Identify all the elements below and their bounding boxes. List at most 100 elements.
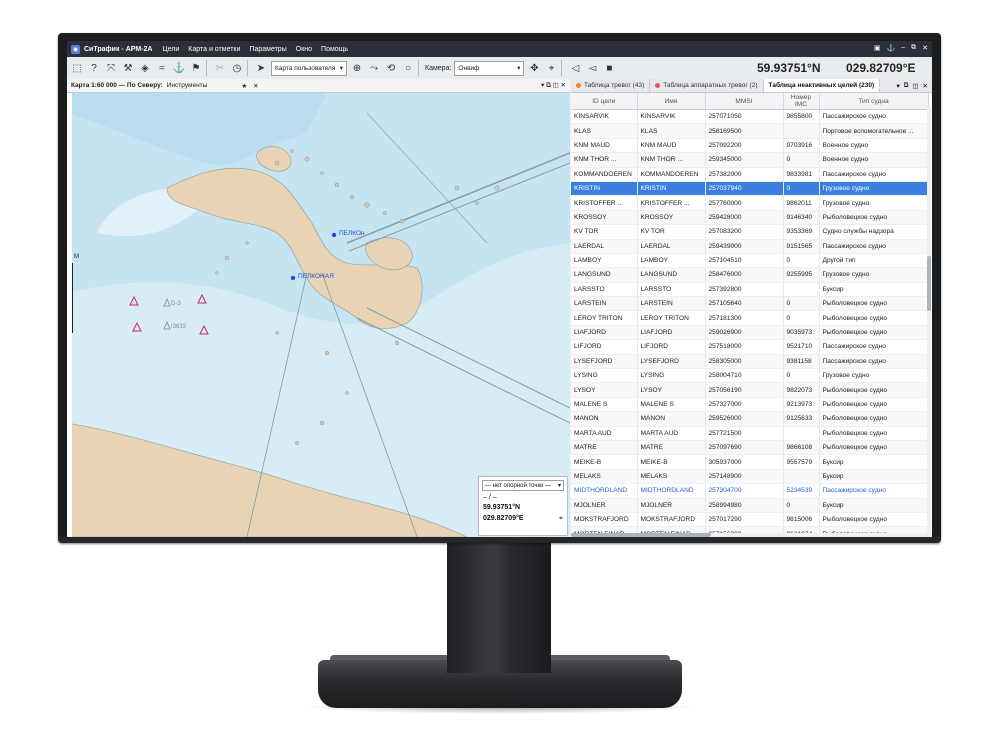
diamond-icon[interactable]: ◈ xyxy=(138,61,152,75)
table-row[interactable]: LIAFJORD LIAFJORD 259026900 9035973 Рыболове… xyxy=(571,325,929,341)
minimize-icon[interactable]: – xyxy=(901,44,905,52)
circle-tool-icon[interactable]: ○ xyxy=(401,61,415,75)
scroll-thumb[interactable] xyxy=(927,256,931,311)
table-row[interactable]: LANGSUND LANGSUND 258476000 9255995 Грузовое… xyxy=(571,267,929,283)
table-row[interactable]: LYSOY LYSOY 257056190 9822073 Рыболовецкое с… xyxy=(571,382,929,398)
column-name[interactable]: Имя xyxy=(637,93,706,110)
cell-imo: 9125633 xyxy=(783,411,820,427)
table-row[interactable]: LAMBOY LAMBOY 257104510 0 Другой тип xyxy=(571,253,929,269)
cell-mmsi: 257071050 xyxy=(705,109,784,125)
scissors-icon[interactable]: ✂ xyxy=(213,61,227,75)
float-icon[interactable]: ⧉ xyxy=(904,82,909,90)
column-imo[interactable]: Номер IMC xyxy=(783,93,820,110)
hammer-icon[interactable]: ⚒ xyxy=(121,61,135,75)
dropdown-icon[interactable]: ▾ xyxy=(896,82,899,90)
pane-menu-icon[interactable]: ▾ ⧉ ◫ ✕ xyxy=(541,81,566,90)
close-tab-icon[interactable]: ✕ xyxy=(253,82,258,90)
table-row[interactable]: LARSSTO LARSSTO 257392800 Буксир xyxy=(571,282,929,298)
panel-icon[interactable]: ▣ xyxy=(874,44,881,52)
vertical-scrollbar[interactable] xyxy=(927,106,931,537)
table-row[interactable]: MELAKS MELAKS 257148900 Буксир xyxy=(571,469,929,485)
menu-map-marks[interactable]: Карта и отметки xyxy=(188,46,240,53)
menu-parameters[interactable]: Параметры xyxy=(249,46,286,53)
reference-point-select[interactable]: — нет опорной точки — ▾ xyxy=(482,480,564,491)
cell-imo: 0 xyxy=(783,498,820,513)
wind-icon[interactable]: ⟲ xyxy=(384,61,398,75)
cell-imo: 0 xyxy=(783,368,820,384)
tab-alarms[interactable]: Таблица тревог (43) xyxy=(571,79,651,92)
vessel-marker[interactable] xyxy=(290,275,296,281)
column-mmsi[interactable]: MMSI xyxy=(705,93,784,110)
close-icon[interactable]: ✕ xyxy=(923,82,928,90)
table-row[interactable]: LAERDAL LAERDAL 259439000 9151565 Пассажирск… xyxy=(571,239,929,254)
tab-hardware-alarms[interactable]: Таблица аппаратных тревог (2) xyxy=(650,79,764,92)
speaker-icon[interactable]: ◁ xyxy=(568,61,582,75)
select-area-icon[interactable]: ⬚ xyxy=(70,61,84,75)
send-icon[interactable]: ◅ xyxy=(585,61,599,75)
camera-move-icon[interactable]: ✥ xyxy=(527,61,541,75)
table-row[interactable]: MATRE MATRE 257097690 9866108 Рыболовецкое с… xyxy=(571,440,929,456)
map-pane: Карта 1:60 000 — По Северу: Инструменты … xyxy=(67,79,570,537)
table-row[interactable]: MARTA AUD MARTA AUD 257721500 Рыболовецкое … xyxy=(571,426,929,441)
table-row[interactable]: KNM THOR ... KNM THOR ... 259345000 0 Военно… xyxy=(571,152,929,168)
camera-track-icon[interactable]: ⌖ xyxy=(544,61,558,75)
horizontal-scrollbar[interactable] xyxy=(571,533,932,537)
table-row[interactable]: MOKSTRAFJORD MOKSTRAFJORD 257017290 9815006… xyxy=(571,512,929,528)
nautical-chart[interactable]: ПЕЛКОн ПЕЛКОНАЯ D-3 I3633 1 М xyxy=(67,93,570,537)
table-row[interactable]: LIFJORD LIFJORD 257518000 9521710 Пассажирск… xyxy=(571,339,929,355)
tab-inactive-targets[interactable]: Таблица неактивных целей (230) xyxy=(763,79,881,92)
cell-name: KLAS xyxy=(637,123,706,139)
column-vessel-type[interactable]: Тип судна xyxy=(819,93,929,110)
cell-target-id: KNM THOR ... xyxy=(571,152,638,168)
table-row[interactable]: MANON MANON 259526000 9125633 Рыболовецкое с… xyxy=(571,411,929,427)
column-target-id[interactable]: ID цели xyxy=(571,93,638,110)
close-icon[interactable]: ✕ xyxy=(922,44,928,52)
vessel-marker[interactable] xyxy=(331,232,337,238)
locate-icon[interactable]: ⌖ xyxy=(559,515,563,523)
table-row[interactable]: LYSEFJORD LYSEFJORD 258305000 9381158 Пассаж… xyxy=(571,354,929,370)
table-row[interactable]: MEIKE-B MEIKE-B 305937000 9557579 Буксир xyxy=(571,454,929,470)
cell-imo: 9855800 xyxy=(783,109,820,125)
table-row[interactable]: KRISTIN KRISTIN 257037940 0 Грузовое судно xyxy=(571,181,929,197)
targets-tabbar: Таблица тревог (43) Таблица аппаратных т… xyxy=(571,79,932,93)
cell-vessel-type: Грузовое судно xyxy=(819,368,929,384)
clock-icon[interactable]: ◷ xyxy=(230,61,244,75)
table-row[interactable]: KRISTOFFER ... KRISTOFFER ... 257760000 986… xyxy=(571,195,929,211)
cell-name: LARSSTO xyxy=(637,282,706,298)
stop-icon[interactable]: ■ xyxy=(602,61,616,75)
table-row[interactable]: KROSSOY KROSSOY 259428000 9146340 Рыболовецк… xyxy=(571,210,929,226)
cell-target-id: MOKSTRAFJORD xyxy=(571,512,638,528)
fullscreen-icon[interactable]: ⤧ xyxy=(104,61,118,75)
table-row[interactable]: KV TOR KV TOR 257083200 9353369 Судно службы… xyxy=(571,224,929,240)
table-row[interactable]: KINSARVIK KINSARVIK 257071050 9855800 Пассаж… xyxy=(571,109,929,125)
table-row[interactable]: MALENE S MALENE S 257327000 9213973 Рыболове… xyxy=(571,397,929,413)
star-icon[interactable]: ★ xyxy=(241,82,247,90)
camera-select[interactable]: Онвиф ▾ xyxy=(454,60,525,76)
table-row[interactable]: LEROY TRITON LEROY TRITON 257181300 0 Рыболо… xyxy=(571,310,929,326)
vessel-label-pelko: ПЕЛКОн xyxy=(339,230,365,237)
hscroll-thumb[interactable] xyxy=(571,533,711,537)
menu-targets[interactable]: Цели xyxy=(162,46,179,53)
table-row[interactable]: KOMMANDOEREN KOMMANDOEREN 257382000 9833981… xyxy=(571,167,929,182)
pin-icon[interactable]: ⚓ xyxy=(887,44,896,52)
table-row[interactable]: KLAS KLAS 258169500 Портовое вспомогательно… xyxy=(571,123,929,139)
target-add-icon[interactable]: ⊕ xyxy=(350,61,364,75)
waves-icon[interactable]: ≈ xyxy=(155,61,169,75)
table-row[interactable]: MIDTHORDLAND MIDTHORDLAND 257304700 5234539… xyxy=(571,483,929,499)
pointer-icon[interactable]: ➤ xyxy=(254,61,268,75)
table-row[interactable]: MJOLNER MJOLNER 258994980 0 Буксир xyxy=(571,498,929,513)
anchor-icon[interactable]: ⚓ xyxy=(172,61,186,75)
route-icon[interactable]: ⤳ xyxy=(367,61,381,75)
map-select[interactable]: Карта пользователя ▾ xyxy=(271,60,347,76)
table-row[interactable]: LYSING LYSING 258004710 0 Грузовое судно xyxy=(571,368,929,384)
alarm-dot-icon xyxy=(576,83,581,88)
menu-help[interactable]: Помощь xyxy=(321,46,348,53)
flag-icon[interactable]: ⚑ xyxy=(189,61,203,75)
dock-icon[interactable]: ◫ xyxy=(912,82,918,90)
table-row[interactable]: KNM MAUD KNM MAUD 257092200 9703916 Военное … xyxy=(571,138,929,154)
menu-window[interactable]: Окно xyxy=(296,46,312,53)
table-row[interactable]: LARSTEIN LARSTEIN 257105640 0 Рыболовецкое с… xyxy=(571,296,929,312)
restore-icon[interactable]: ⧉ xyxy=(911,44,916,52)
map-tools-label[interactable]: Инструменты xyxy=(167,82,208,89)
query-area-icon[interactable]: ? xyxy=(87,61,101,75)
